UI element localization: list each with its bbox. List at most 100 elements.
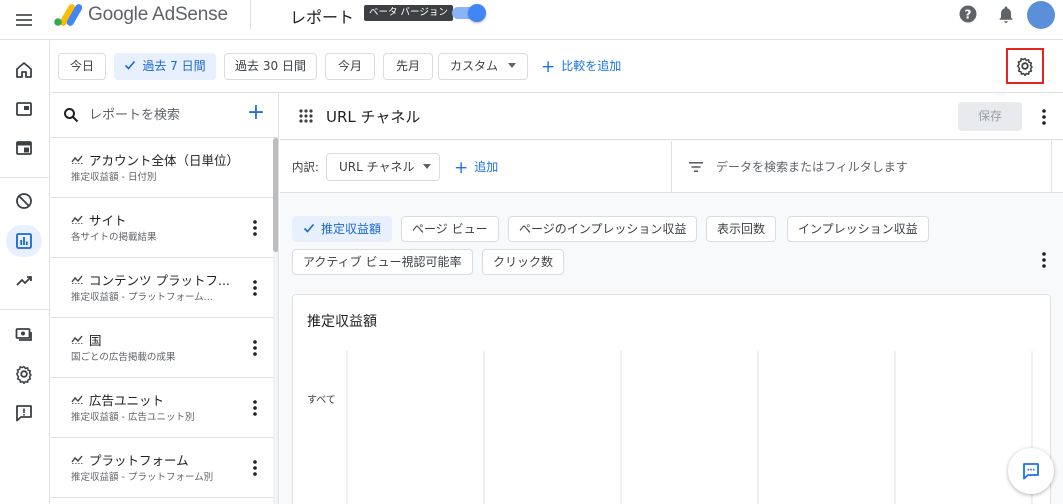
brand-name: Google AdSense — [88, 4, 228, 25]
scrollbar-thumb[interactable] — [273, 138, 278, 252]
more-options-icon[interactable] — [247, 458, 263, 478]
more-options-icon[interactable] — [1036, 107, 1052, 127]
home-icon[interactable] — [6, 54, 42, 86]
dimension-dropdown[interactable]: URL チャネル — [326, 153, 440, 181]
settings-icon — [1016, 57, 1033, 76]
report-list-item[interactable]: サイト 各サイトの掲載結果 — [51, 198, 273, 258]
report-header: URL チャネル 保存 — [280, 94, 1063, 140]
report-trend-icon — [71, 335, 84, 344]
report-search-bar: + — [51, 94, 278, 138]
range-this-month-chip[interactable]: 今月 — [325, 53, 375, 80]
report-item-label: サイト — [89, 213, 127, 228]
report-item-subtitle: 推定収益額 - 広告ユニット別 — [71, 412, 195, 423]
rail-divider — [0, 309, 50, 310]
breakdown-divider — [1051, 141, 1052, 193]
blocking-controls-icon[interactable] — [6, 185, 42, 217]
report-item-subtitle: 国ごとの広告掲載の成果 — [71, 352, 176, 363]
metric-label: アクティブ ビュー視認可能率 — [303, 255, 462, 269]
report-item-title: 広告ユニット — [71, 390, 164, 409]
sites-icon[interactable] — [6, 132, 42, 164]
filter-input[interactable] — [716, 153, 1046, 181]
ads-icon[interactable] — [6, 93, 42, 125]
report-item-subtitle: 各サイトの掲載結果 — [71, 232, 157, 243]
rail-divider — [0, 177, 50, 178]
date-range-bar: 今日 過去 7 日間 過去 30 日間 今月 先月 カスタム + 比較を追加 — [51, 41, 1063, 93]
help-icon[interactable]: ? — [958, 4, 978, 24]
report-item-title: プラットフォーム — [71, 450, 189, 469]
metric-label: ページのインプレッション収益 — [519, 222, 687, 236]
metric-chip-impressions[interactable]: 表示回数 — [706, 216, 777, 242]
report-item-title: サイト — [71, 210, 127, 229]
svg-text:?: ? — [965, 8, 972, 22]
plus-icon: + — [541, 57, 556, 77]
chart-row-label: すべて — [307, 395, 336, 406]
account-avatar[interactable] — [1027, 1, 1055, 29]
report-list-item[interactable]: 国 国ごとの広告掲載の成果 — [51, 318, 273, 378]
add-dimension-button[interactable]: + 追加 — [454, 153, 498, 181]
report-item-title: コンテンツ プラットフ... — [71, 270, 230, 289]
report-title: URL チャネル — [326, 108, 421, 126]
more-options-icon[interactable] — [1036, 250, 1052, 270]
more-options-icon[interactable] — [247, 278, 263, 298]
chip-label: カスタム — [449, 59, 498, 73]
add-dimension-label: 追加 — [474, 160, 499, 174]
more-options-icon[interactable] — [247, 338, 263, 358]
page-title: レポート — [290, 8, 355, 27]
menu-icon[interactable] — [14, 10, 34, 30]
metric-label: 推定収益額 — [321, 222, 382, 236]
metric-chip-impression-rpm[interactable]: インプレッション収益 — [787, 216, 929, 242]
range-last-month-chip[interactable]: 先月 — [383, 53, 433, 80]
feedback-icon[interactable] — [6, 397, 42, 429]
save-button[interactable]: 保存 — [958, 102, 1022, 131]
filter-icon — [689, 162, 703, 172]
metric-chip-active-view[interactable]: アクティブ ビュー視認可能率 — [292, 249, 473, 275]
chip-label: 過去 7 日間 — [142, 59, 206, 73]
range-today-chip[interactable]: 今日 — [58, 53, 106, 80]
metric-label: ページ ビュー — [412, 222, 488, 236]
more-options-icon[interactable] — [247, 398, 263, 418]
range-7days-chip[interactable]: 過去 7 日間 — [114, 53, 216, 80]
range-30days-chip[interactable]: 過去 30 日間 — [224, 53, 317, 80]
report-item-title: アカウント全体（日単位） — [71, 150, 239, 169]
beta-toggle[interactable] — [452, 4, 486, 22]
report-item-subtitle: 推定収益額 - プラットフォーム別 — [71, 472, 214, 483]
report-trend-icon — [71, 275, 84, 284]
metric-chip-page-rpm[interactable]: ページのインプレッション収益 — [508, 216, 698, 242]
check-icon — [303, 223, 315, 233]
feedback-button[interactable] — [1008, 448, 1054, 494]
report-list-item[interactable]: コンテンツ プラットフ... 推定収益額 - プラットフォーム... — [51, 258, 273, 318]
settings-icon[interactable] — [6, 358, 42, 390]
toggle-knob — [468, 4, 486, 22]
add-comparison-button[interactable]: + 比較を追加 — [541, 53, 621, 80]
range-custom-dropdown[interactable]: カスタム — [438, 53, 528, 80]
report-list-item[interactable]: アカウント全体（日単位） 推定収益額 - 日付別 — [51, 138, 273, 198]
report-main-panel: URL チャネル 保存 内訳: URL チャネル + 追加 推定収益額 ページ ビ… — [280, 94, 1063, 504]
notifications-icon[interactable] — [996, 4, 1016, 24]
reports-icon[interactable] — [6, 225, 42, 257]
dimension-value: URL チャネル — [339, 160, 415, 174]
report-list-item[interactable]: 広告ユニット 推定収益額 - 広告ユニット別 — [51, 378, 273, 438]
report-item-subtitle: 推定収益額 - プラットフォーム... — [71, 292, 213, 303]
metric-chip-clicks[interactable]: クリック数 — [482, 249, 565, 275]
report-list-scrollbar[interactable] — [273, 138, 278, 504]
chart-plot-area — [346, 351, 1033, 504]
feedback-icon — [1023, 463, 1039, 480]
chip-label: 先月 — [395, 59, 420, 73]
breakdown-bar: 内訳: URL チャネル + 追加 — [280, 141, 1063, 193]
search-icon — [64, 108, 79, 123]
report-list-item[interactable]: プラットフォーム 推定収益額 - プラットフォーム別 — [51, 438, 273, 498]
apps-grid-icon[interactable] — [298, 108, 314, 124]
report-search-input[interactable] — [89, 104, 239, 126]
more-options-icon[interactable] — [247, 218, 263, 238]
metric-chip-page-views[interactable]: ページ ビュー — [401, 216, 499, 242]
report-settings-button[interactable] — [1006, 48, 1044, 84]
report-trend-icon — [71, 455, 84, 464]
check-icon — [125, 60, 136, 70]
optimization-icon[interactable] — [6, 265, 42, 297]
breakdown-divider — [671, 141, 672, 193]
metric-label: クリック数 — [493, 255, 554, 269]
payments-icon[interactable] — [6, 318, 42, 350]
metric-chip-estimated-earnings[interactable]: 推定収益額 — [292, 216, 393, 242]
add-report-button[interactable]: + — [245, 102, 267, 125]
plus-icon: + — [454, 158, 469, 178]
